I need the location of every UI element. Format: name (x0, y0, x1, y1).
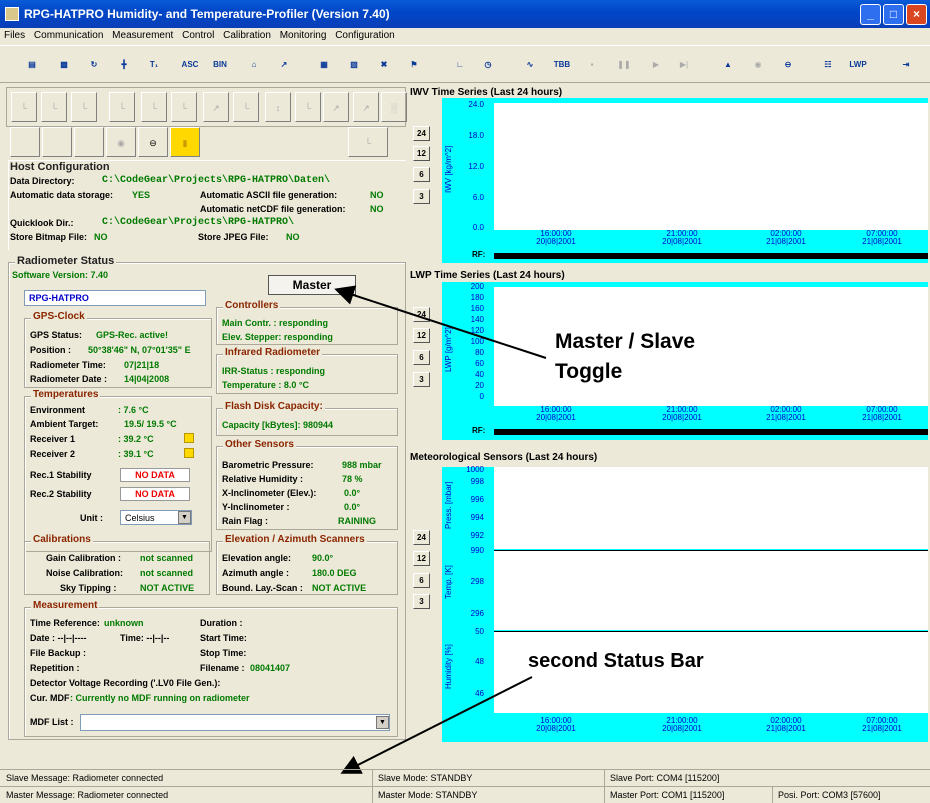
toggle-arrow (334, 285, 547, 359)
slave-message: Slave Message: Radiometer connected (6, 773, 164, 783)
slave-mode: Slave Mode: STANDBY (378, 773, 473, 783)
status-separator (772, 787, 773, 803)
annotation-arrows (334, 285, 547, 774)
master-message: Master Message: Radiometer connected (6, 790, 169, 800)
slave-port: Slave Port: COM4 [115200] (610, 773, 720, 783)
annotation-second-status-bar: second Status Bar (528, 650, 704, 672)
master-status-bar: Master Message: Radiometer connected Mas… (0, 786, 930, 803)
slave-status-bar: Slave Message: Radiometer connected Slav… (0, 769, 930, 786)
status-bar-arrow (340, 676, 533, 774)
master-mode: Master Mode: STANDBY (378, 790, 478, 800)
status-separator (372, 787, 373, 803)
annotation-master-slave-line1: Master / Slave (555, 330, 696, 353)
posi-port: Posi. Port: COM3 [57600] (778, 790, 881, 800)
status-separator (604, 787, 605, 803)
status-separator (372, 770, 373, 786)
status-separator (604, 770, 605, 786)
master-port: Master Port: COM1 [115200] (610, 790, 725, 800)
annotation-master-slave-line2: Toggle (555, 360, 623, 383)
